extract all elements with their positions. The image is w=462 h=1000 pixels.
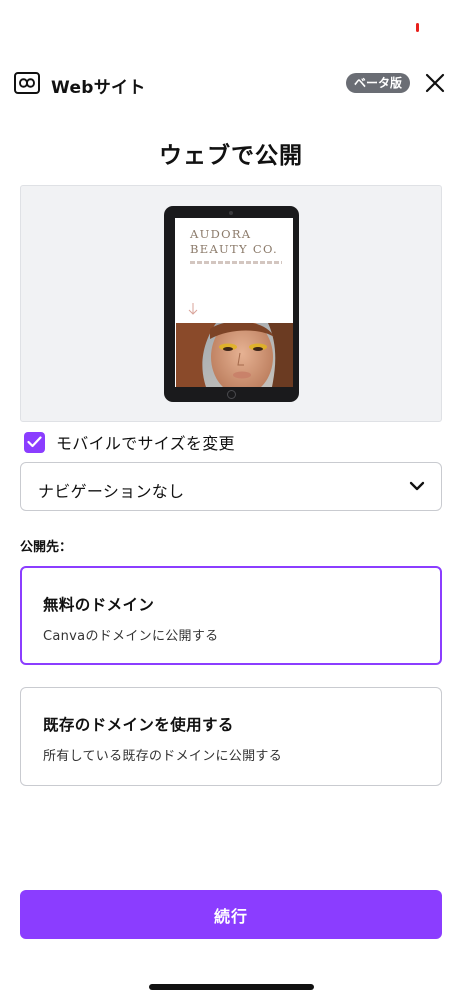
tablet-mockup: AUDORA BEAUTY CO.: [164, 206, 299, 402]
continue-button[interactable]: 続行: [20, 890, 442, 939]
web-icon: [14, 72, 40, 94]
beta-badge: ベータ版: [346, 73, 411, 93]
website-preview: AUDORA BEAUTY CO.: [20, 185, 442, 422]
preview-brand-line-2: BEAUTY CO.: [190, 242, 278, 256]
tablet-screen: AUDORA BEAUTY CO.: [175, 218, 293, 387]
option-description: 所有している既存のドメインに公開する: [43, 749, 283, 764]
close-button[interactable]: [422, 70, 448, 96]
mobile-resize-option[interactable]: モバイルでサイズを変更: [24, 431, 235, 453]
preview-fine-text: [190, 261, 282, 264]
chevron-down-icon: [409, 481, 425, 491]
option-title: 無料のドメイン: [43, 596, 155, 614]
option-description: Canvaのドメインに公開する: [43, 629, 219, 644]
page-title: ウェブで公開: [159, 143, 303, 169]
tablet-home-button: [227, 390, 236, 399]
down-arrow-icon: [188, 303, 198, 315]
close-icon: [425, 73, 445, 93]
mobile-resize-checkbox[interactable]: [24, 431, 45, 453]
tablet-camera: [229, 211, 233, 215]
option-title: 既存のドメインを使用する: [43, 716, 234, 734]
free-domain-option[interactable]: 無料のドメイン Canvaのドメインに公開する: [20, 566, 442, 665]
existing-domain-option[interactable]: 既存のドメインを使用する 所有している既存のドメインに公開する: [20, 687, 442, 786]
home-indicator: [149, 984, 314, 990]
publish-web-screen: Webサイト ベータ版 ウェブで公開 AUDORA BEAUTY CO. モバイ…: [0, 0, 462, 1000]
mobile-resize-label: モバイルでサイズを変更: [56, 434, 235, 453]
check-icon: [27, 436, 42, 448]
header-title: Webサイト: [51, 78, 146, 98]
portrait-image: [176, 323, 293, 387]
navigation-dropdown-value: ナビゲーションなし: [38, 482, 185, 501]
preview-brand-line-1: AUDORA: [190, 227, 252, 241]
publish-destination-label: 公開先：: [20, 540, 73, 555]
navigation-dropdown[interactable]: ナビゲーションなし: [20, 462, 442, 511]
recording-indicator: [416, 23, 419, 32]
header: Webサイト ベータ版: [0, 66, 462, 102]
